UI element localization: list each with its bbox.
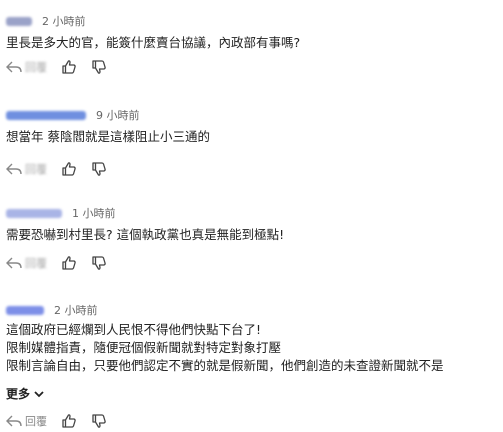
comment-meta: 2 小時前 [6,303,98,317]
like-button[interactable] [61,413,77,429]
show-more-label: 更多 [6,387,31,401]
reply-icon [6,61,22,73]
reply-button[interactable]: 回覆 [6,255,47,271]
comment-actions: 回覆 [6,160,121,178]
dislike-button[interactable] [91,59,107,75]
comment-author[interactable] [6,110,86,120]
comment-text: 這個政府已經爛到人民恨不得他們快點下台了! 限制媒體指責，隨便冠個假新聞就對特定… [6,321,444,375]
reply-label: 回覆 [25,257,47,270]
thumbs-down-icon [91,161,107,177]
reply-label: 回覆 [25,163,47,176]
comment-text: 想當年 蔡陰閻就是這樣阻止小三通的 [6,129,210,144]
comment-timestamp: 1 小時前 [72,207,116,220]
comment-meta: 2 小時前 [6,14,86,28]
reply-icon [6,415,22,427]
like-button[interactable] [61,59,77,75]
comment-author[interactable] [6,208,62,218]
comment-text: 里長是多大的官，能簽什麼賣台協議，內政部有事嗎? [6,35,301,50]
reply-button[interactable]: 回覆 [6,59,47,75]
reply-label: 回覆 [25,415,47,428]
chevron-down-icon [34,390,44,398]
comment-author[interactable] [6,16,32,26]
reply-icon [6,163,22,175]
reply-button[interactable]: 回覆 [6,413,47,429]
thumbs-up-icon [61,413,77,429]
comment-text: 需要恐嚇到村里長? 這個執政黨也真是無能到極點! [6,227,285,242]
comment-line: 限制媒體指責，隨便冠個假新聞就對特定對象打壓 [6,340,282,355]
dislike-button[interactable] [91,413,107,429]
reply-icon [6,257,22,269]
comment-timestamp: 2 小時前 [54,304,98,317]
dislike-button[interactable] [91,255,107,271]
comment-line: 限制言論自由，只要他們認定不實的就是假新聞，他們創造的未查證新聞就不是 [6,358,444,373]
comment-actions: 回覆 [6,58,121,76]
comment-author[interactable] [6,305,44,315]
dislike-button[interactable] [91,161,107,177]
comment-timestamp: 2 小時前 [42,15,86,28]
thumbs-down-icon [91,413,107,429]
reply-button[interactable]: 回覆 [6,161,47,177]
like-button[interactable] [61,255,77,271]
thumbs-up-icon [61,161,77,177]
thumbs-up-icon [61,255,77,271]
show-more-button[interactable]: 更多 [6,385,44,402]
comment-actions: 回覆 [6,412,121,430]
comment-meta: 9 小時前 [6,108,140,122]
like-button[interactable] [61,161,77,177]
comment-timestamp: 9 小時前 [96,109,140,122]
comment-meta: 1 小時前 [6,206,116,220]
thumbs-down-icon [91,255,107,271]
reply-label: 回覆 [25,61,47,74]
thumbs-up-icon [61,59,77,75]
thumbs-down-icon [91,59,107,75]
comment-line: 這個政府已經爛到人民恨不得他們快點下台了! [6,322,262,337]
comment-actions: 回覆 [6,254,121,272]
